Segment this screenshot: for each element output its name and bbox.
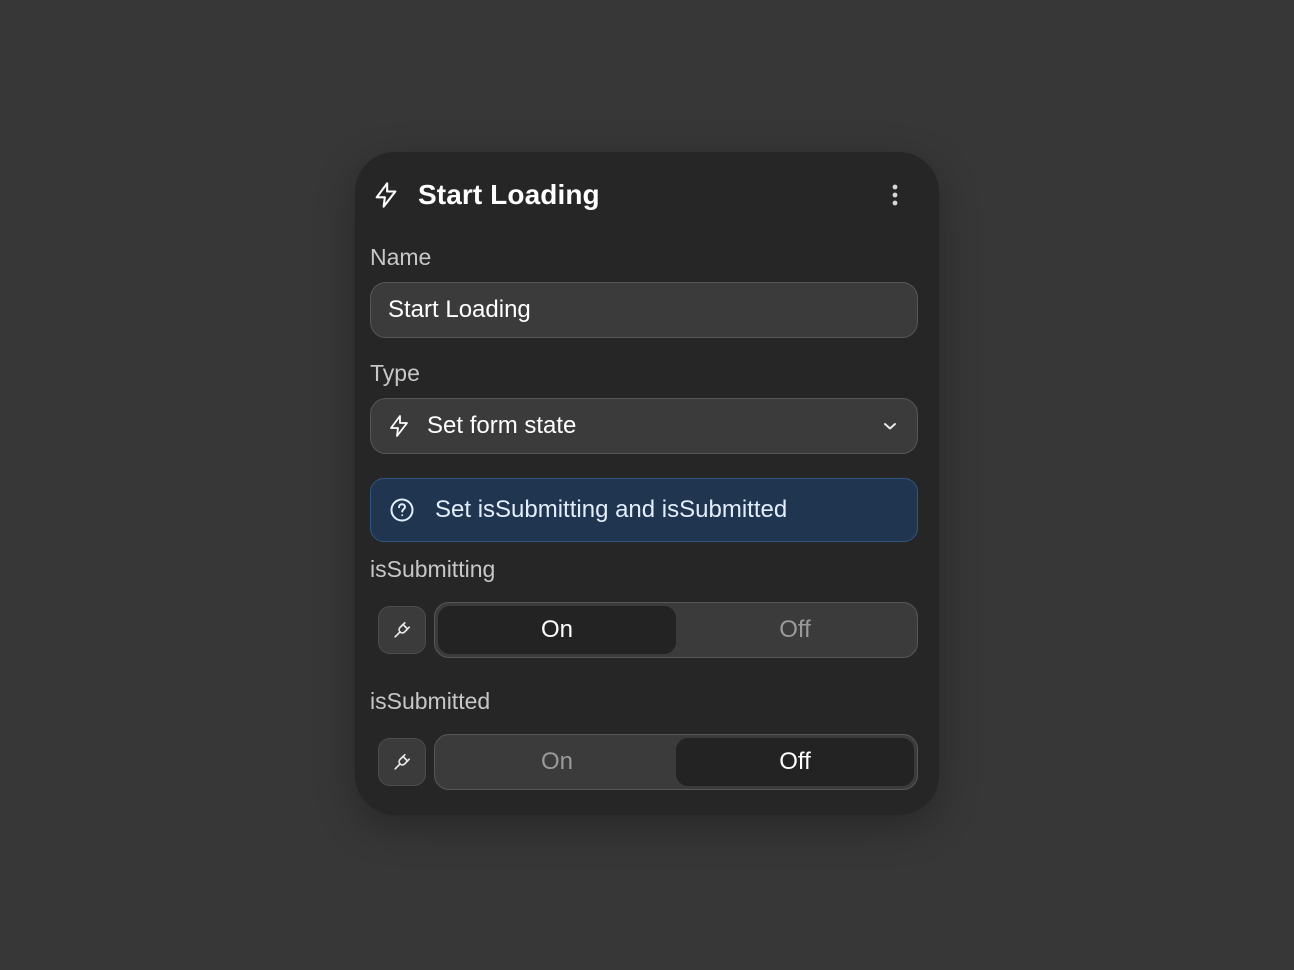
issubmitting-off-option[interactable]: Off	[676, 606, 914, 654]
plug-icon[interactable]	[378, 606, 426, 654]
issubmitting-on-option[interactable]: On	[438, 606, 676, 654]
name-label: Name	[370, 244, 432, 270]
issubmitted-on-option[interactable]: On	[438, 738, 676, 786]
bolt-icon	[387, 412, 413, 440]
name-field[interactable]: Start Loading	[370, 282, 918, 338]
chevron-down-icon	[883, 421, 897, 431]
type-select[interactable]: Set form state	[370, 398, 918, 454]
issubmitted-segmented-control: On Off	[434, 734, 918, 790]
panel-title: Start Loading	[418, 179, 600, 210]
info-banner-text: Set isSubmitting and isSubmitted	[435, 496, 788, 523]
name-field-value: Start Loading	[388, 296, 531, 323]
info-banner: Set isSubmitting and isSubmitted	[370, 478, 918, 542]
type-label: Type	[370, 360, 420, 386]
action-panel: Start Loading Name Start Loading Type Se…	[355, 152, 939, 815]
help-circle-icon	[389, 497, 415, 523]
bolt-icon	[372, 179, 400, 211]
kebab-menu-icon[interactable]	[877, 177, 913, 213]
issubmitting-segmented-control: On Off	[434, 602, 918, 658]
issubmitting-label: isSubmitting	[370, 556, 496, 582]
type-select-value: Set form state	[427, 412, 577, 439]
plug-icon[interactable]	[378, 738, 426, 786]
issubmitted-off-option[interactable]: Off	[676, 738, 914, 786]
panel-header: Start Loading	[372, 178, 913, 212]
issubmitted-label: isSubmitted	[370, 688, 491, 714]
